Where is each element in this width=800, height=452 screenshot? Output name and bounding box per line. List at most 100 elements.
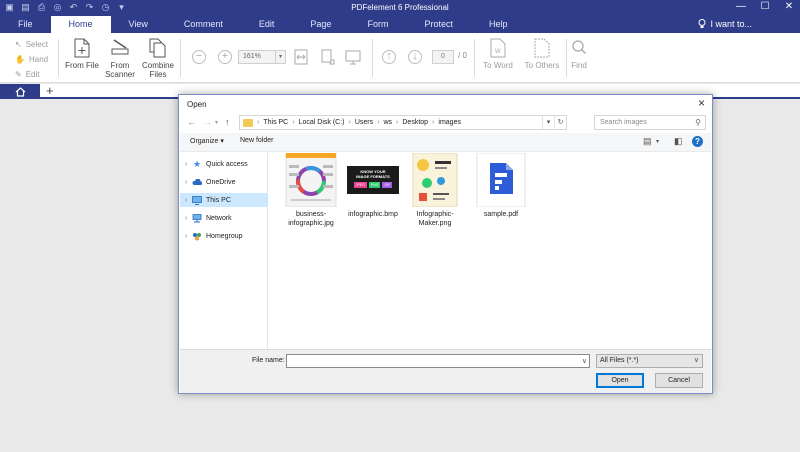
- fit-page-icon[interactable]: [318, 48, 336, 66]
- image-thumbnail: [283, 152, 339, 208]
- file-type-select[interactable]: All Files (*.*) ∨: [596, 354, 703, 368]
- from-scanner-button[interactable]: From Scanner: [102, 37, 138, 79]
- zoom-in-button[interactable]: +: [218, 50, 232, 64]
- file-item[interactable]: business-infographic.jpg: [277, 152, 345, 228]
- tab-comment[interactable]: Comment: [166, 16, 241, 33]
- breadcrumb-item[interactable]: ws: [383, 119, 392, 126]
- search-icon: ⚲: [695, 118, 701, 127]
- nav-item-onedrive[interactable]: › OneDrive: [180, 175, 268, 189]
- breadcrumb-item[interactable]: Local Disk (C:): [299, 119, 345, 126]
- find-button[interactable]: Find: [568, 37, 590, 70]
- edit-tool[interactable]: ✎ Edit: [15, 67, 48, 82]
- page-number-input[interactable]: 0: [432, 50, 454, 64]
- prev-page-button[interactable]: ↑: [382, 50, 396, 64]
- tab-edit[interactable]: Edit: [241, 16, 293, 33]
- change-view-icon[interactable]: ▤: [643, 136, 652, 147]
- chevron-right-icon[interactable]: ›: [180, 161, 192, 168]
- i-want-to-label: I want to...: [710, 19, 752, 29]
- chevron-right-icon[interactable]: ›: [180, 215, 192, 222]
- lightbulb-icon: [698, 19, 706, 28]
- hand-label: Hand: [28, 54, 49, 64]
- chevron-right-icon[interactable]: ›: [180, 197, 192, 204]
- breadcrumb-item[interactable]: This PC: [263, 119, 288, 126]
- address-dropdown-icon[interactable]: ▾: [542, 116, 554, 129]
- ribbon-divider: [566, 39, 567, 77]
- zoom-select[interactable]: 161% ▾: [238, 50, 286, 64]
- new-tab-button[interactable]: +: [46, 83, 54, 98]
- file-name: sample.pdf: [483, 211, 519, 218]
- zoom-out-button[interactable]: −: [192, 50, 206, 64]
- from-file-button[interactable]: From File: [64, 37, 100, 70]
- help-icon[interactable]: ?: [692, 136, 703, 147]
- chevron-right-icon[interactable]: ›: [180, 179, 192, 186]
- breadcrumb-item[interactable]: images: [438, 119, 461, 126]
- search-input[interactable]: Search images ⚲: [594, 115, 706, 130]
- to-word-button[interactable]: W To Word: [480, 37, 516, 70]
- file-item[interactable]: Infographic-Maker.png: [401, 152, 469, 228]
- forward-arrow-icon[interactable]: →: [203, 117, 212, 127]
- tab-help[interactable]: Help: [471, 16, 526, 33]
- svg-text:W: W: [495, 49, 501, 55]
- view-options-icon[interactable]: ▾: [656, 138, 659, 145]
- combine-files-button[interactable]: Combine Files: [140, 37, 176, 79]
- hand-icon: ✋: [15, 54, 25, 64]
- folder-icon: [243, 118, 253, 127]
- slideshow-icon[interactable]: [344, 48, 362, 66]
- file-name-input[interactable]: ∨: [286, 354, 590, 368]
- page-total: / 0: [458, 51, 467, 60]
- format-badge: PNG: [368, 182, 381, 188]
- app-title: PDFelement 6 Professional: [351, 3, 449, 12]
- chevron-down-icon[interactable]: ∨: [582, 357, 587, 365]
- close-button[interactable]: ✕: [782, 1, 796, 12]
- chevron-right-icon[interactable]: ›: [180, 233, 192, 240]
- convert-icon: [532, 37, 552, 59]
- home-tab[interactable]: [0, 84, 40, 99]
- up-arrow-icon[interactable]: ↑: [225, 117, 230, 127]
- tab-protect[interactable]: Protect: [406, 16, 471, 33]
- file-item[interactable]: KNOW YOUR IMAGE FORMATS JPEG PNG GIF inf…: [339, 153, 407, 219]
- open-button[interactable]: Open: [596, 373, 644, 388]
- nav-item-quick-access[interactable]: › ★ Quick access: [180, 157, 268, 171]
- refresh-icon[interactable]: ↻: [554, 116, 566, 129]
- file-name: business-infographic.jpg: [288, 211, 334, 227]
- select-tool[interactable]: ↖ Select: [15, 37, 48, 52]
- address-bar[interactable]: › This PC › Local Disk (C:) › Users › ws…: [239, 115, 567, 130]
- search-placeholder: Search images: [600, 119, 647, 126]
- file-item[interactable]: sample.pdf: [467, 152, 535, 219]
- maximize-button[interactable]: ☐: [758, 1, 772, 12]
- combine-files-icon: [148, 37, 168, 59]
- menu-bar: File Home View Comment Edit Page Form Pr…: [0, 16, 800, 33]
- tab-home[interactable]: Home: [50, 16, 111, 33]
- homegroup-icon: [192, 231, 202, 241]
- cancel-button[interactable]: Cancel: [655, 373, 703, 388]
- back-arrow-icon[interactable]: ←: [187, 117, 196, 127]
- tab-page[interactable]: Page: [292, 16, 349, 33]
- breadcrumb-item[interactable]: Users: [355, 119, 373, 126]
- nav-item-this-pc[interactable]: › This PC: [180, 193, 268, 207]
- new-folder-button[interactable]: New folder: [240, 137, 273, 144]
- nav-item-homegroup[interactable]: › Homegroup: [180, 229, 268, 243]
- next-page-button[interactable]: ↓: [408, 50, 422, 64]
- fit-width-icon[interactable]: [292, 48, 310, 66]
- i-want-to-search[interactable]: I want to...: [698, 16, 752, 32]
- combine-files-label: Combine Files: [141, 61, 174, 79]
- zoom-value: 161%: [243, 53, 261, 60]
- file-type-value: All Files (*.*): [600, 357, 639, 364]
- breadcrumb-item[interactable]: Desktop: [402, 119, 428, 126]
- minimize-button[interactable]: —: [734, 1, 748, 12]
- preview-pane-icon[interactable]: ◧: [674, 136, 683, 147]
- chevron-down-icon: ▾: [275, 51, 285, 63]
- open-dialog: Open × ← → ▾ ↑ › This PC › Local Disk (C…: [178, 94, 713, 394]
- tab-view[interactable]: View: [111, 16, 166, 33]
- tab-form[interactable]: Form: [349, 16, 406, 33]
- dialog-close-button[interactable]: ×: [698, 96, 705, 110]
- command-bar: Organize ▾ New folder ▤ ▾ ◧ ?: [180, 133, 711, 152]
- file-list: business-infographic.jpg KNOW YOUR IMAGE…: [271, 152, 711, 349]
- to-others-button[interactable]: To Others: [520, 37, 564, 70]
- nav-item-network[interactable]: › Network: [180, 211, 268, 225]
- recent-locations-icon[interactable]: ▾: [215, 119, 218, 126]
- thumb-text: KNOW YOUR: [360, 169, 386, 174]
- tab-file[interactable]: File: [0, 16, 51, 33]
- organize-button[interactable]: Organize ▾: [190, 137, 224, 145]
- hand-tool[interactable]: ✋ Hand: [15, 52, 48, 67]
